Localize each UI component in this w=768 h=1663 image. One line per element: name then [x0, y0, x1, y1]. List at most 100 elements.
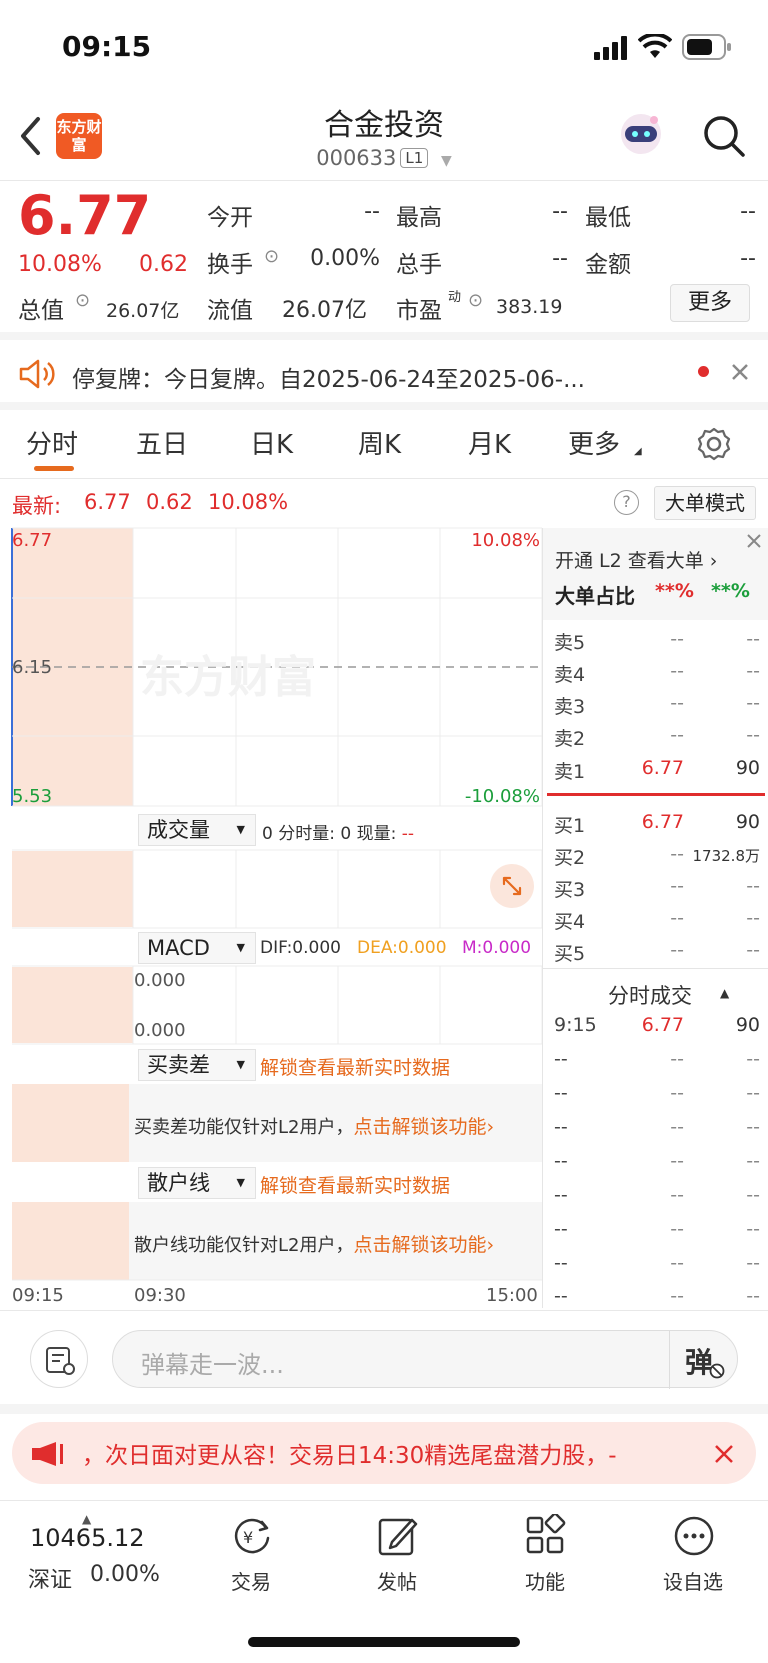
nav-add-watchlist[interactable]: 设自选	[648, 1510, 738, 1600]
low-value: --	[740, 199, 756, 224]
status-time: 09:15	[62, 30, 152, 63]
index-ticker[interactable]: ▲ 10465.12 深证 0.00%	[20, 1512, 170, 1593]
nav-trade[interactable]: ¥ 交易	[206, 1510, 296, 1600]
tick-1-price: --	[670, 1048, 684, 1070]
latest-label: 最新:	[12, 494, 62, 518]
retail-lock-link[interactable]: 解锁查看最新实时数据	[260, 1171, 450, 1198]
volume-value: --	[552, 246, 568, 271]
tick-1-time: --	[554, 1048, 568, 1070]
tab-daily-k[interactable]: 日K	[250, 424, 293, 461]
comment-list-button[interactable]	[30, 1330, 88, 1388]
tab-weekly-k[interactable]: 周K	[358, 424, 401, 461]
turnover-value: 0.00%	[310, 246, 380, 271]
big-sell-ratio: **%	[711, 580, 750, 602]
pct-axis-top: 10.08%	[471, 530, 540, 551]
amount-value: --	[740, 246, 756, 271]
expand-icon[interactable]	[490, 864, 534, 908]
retail-selector-label: 散户线	[147, 1171, 210, 1195]
total-value-label: 总值	[18, 298, 64, 324]
danmaku-input[interactable]: 弹幕走一波... 弹	[112, 1330, 738, 1389]
retail-note-text: 散户线功能仅针对L2用户，	[134, 1235, 354, 1256]
spread-selector-label: 买卖差	[147, 1053, 210, 1077]
change-amount: 0.62	[139, 252, 188, 277]
input-divider	[669, 1331, 670, 1389]
spread-lock-link[interactable]: 解锁查看最新实时数据	[260, 1053, 450, 1080]
info-dots-icon[interactable]: ⊙	[264, 246, 279, 267]
buy-4-price: --	[670, 907, 684, 929]
macd-indicator-select[interactable]: MACD ▼	[138, 932, 256, 964]
dropdown-arrow-icon: ▼	[236, 941, 245, 954]
l2-promo[interactable]: 开通 L2 查看大单 › 大单占比 **% **%	[543, 528, 768, 620]
tick-3-time: --	[554, 1116, 568, 1138]
spread-unlock-link[interactable]: 点击解锁该功能	[353, 1116, 486, 1138]
volume-selector-label: 成交量	[147, 818, 210, 842]
tab-more[interactable]: 更多	[568, 424, 620, 461]
turnover-label: 换手	[207, 252, 253, 278]
big-buy-ratio: **%	[655, 580, 694, 602]
tab-monthly-k[interactable]: 月K	[468, 424, 511, 461]
sell-3-label: 卖3	[554, 696, 586, 718]
chevron-right-icon: ›	[486, 1116, 495, 1138]
robot-assistant-icon[interactable]	[616, 110, 666, 158]
help-icon[interactable]: ?	[614, 490, 639, 515]
danmaku-off-icon	[709, 1363, 725, 1379]
tick-7-time: --	[554, 1252, 568, 1274]
current-price: 6.77	[18, 184, 152, 247]
macd-dea: DEA:0.000	[357, 938, 447, 958]
gear-icon[interactable]	[696, 426, 732, 462]
tick-0-price: 6.77	[641, 1014, 684, 1036]
sort-up-icon[interactable]: ▲	[720, 986, 729, 1000]
nav-functions[interactable]: 功能	[500, 1510, 590, 1600]
price-axis-mid: 6.15	[12, 657, 53, 678]
promo-banner[interactable]: ，次日面对更从容！交易日14:30精选尾盘潜力股，-	[12, 1422, 756, 1484]
info-dots-icon[interactable]: ⊙	[75, 290, 90, 311]
tick-6-vol: --	[746, 1218, 760, 1240]
open-label: 今开	[207, 205, 253, 231]
sell-3-vol: --	[746, 692, 760, 714]
volume-indicator-select[interactable]: 成交量 ▼	[138, 814, 256, 846]
sell-1-price: 6.77	[641, 757, 684, 779]
sell-4-vol: --	[746, 660, 760, 682]
retail-indicator-select[interactable]: 散户线 ▼	[138, 1167, 256, 1199]
macd-dif: DIF:0.000	[260, 938, 341, 958]
time-axis-mid: 09:30	[134, 1285, 186, 1306]
spread-indicator-select[interactable]: 买卖差 ▼	[138, 1049, 256, 1081]
panel-divider	[542, 528, 543, 1308]
buy-2-vol: 1732.8万	[692, 847, 761, 865]
tick-8-vol: --	[746, 1285, 760, 1307]
close-icon[interactable]	[745, 532, 763, 550]
retail-unlock-link[interactable]: 点击解锁该功能	[353, 1234, 486, 1256]
tick-7-price: --	[670, 1252, 684, 1274]
tick-3-price: --	[670, 1116, 684, 1138]
big-order-mode-button[interactable]: 大单模式	[654, 486, 756, 520]
more-button[interactable]: 更多	[670, 284, 750, 322]
high-value: --	[552, 199, 568, 224]
tick-2-time: --	[554, 1082, 568, 1104]
level-badge: L1	[400, 148, 429, 168]
nav-post[interactable]: 发帖	[352, 1510, 442, 1600]
tick-5-price: --	[670, 1184, 684, 1206]
buy-5-vol: --	[746, 939, 760, 961]
sell-1-label: 卖1	[554, 761, 586, 783]
volume-label: 总手	[396, 252, 442, 278]
buy-4-vol: --	[746, 907, 760, 929]
close-icon[interactable]	[714, 1444, 734, 1464]
wifi-icon	[638, 34, 672, 58]
tab-intraday[interactable]: 分时	[26, 424, 78, 461]
buy-4-label: 买4	[554, 911, 586, 933]
notice-text[interactable]: 停复牌：今日复牌。自2025-06-24至2025-06-...	[72, 360, 662, 394]
tick-6-time: --	[554, 1218, 568, 1240]
tab-five-day[interactable]: 五日	[136, 424, 188, 461]
info-dots-icon[interactable]: ⊙	[468, 290, 483, 311]
ticks-title[interactable]: 分时成交	[608, 980, 692, 1010]
macd-m: M:0.000	[462, 938, 532, 958]
volume-now: --	[401, 824, 414, 844]
close-icon[interactable]	[730, 362, 750, 382]
buy-1-vol: 90	[735, 811, 760, 833]
search-icon[interactable]	[702, 114, 746, 158]
float-value-label: 流值	[207, 298, 253, 324]
amount-label: 金额	[585, 252, 631, 278]
stock-code: 000633	[316, 146, 397, 170]
buy-2-price: --	[670, 843, 684, 865]
unread-dot	[698, 366, 709, 377]
